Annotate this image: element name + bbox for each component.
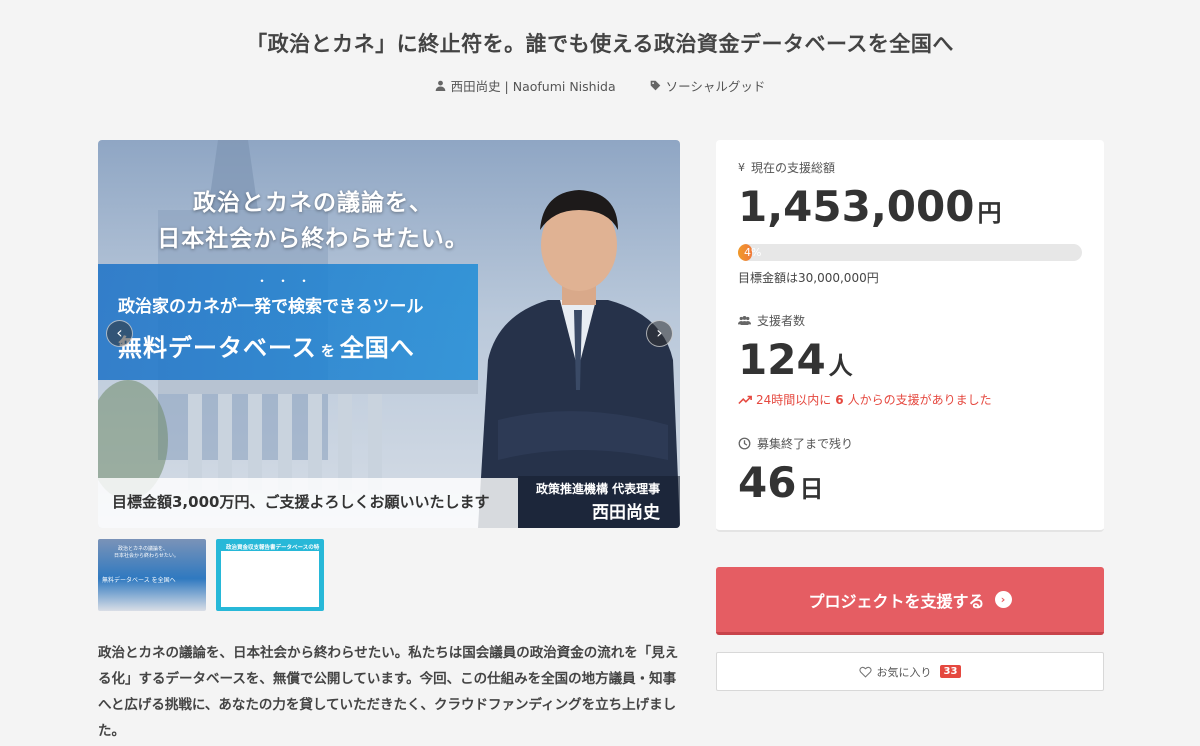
yen-icon: ¥ (738, 161, 745, 174)
carousel-prev-button[interactable]: ‹ (106, 320, 133, 347)
author-name: 西田尚史 | Naofumi Nishida (450, 79, 616, 94)
users-icon (738, 315, 751, 326)
remaining-days: 46 日 (738, 458, 823, 507)
trend-suffix: 人からの支援がありました (847, 393, 992, 407)
hero-band-line-1: 政治家のカネが一発で検索できるツール (118, 297, 424, 317)
thumb2-table (221, 551, 319, 607)
category-name: ソーシャルグッド (665, 79, 766, 94)
hero-band-line-2: 無料データベースを全国へ (118, 328, 415, 363)
total-amount-unit: 円 (977, 199, 1002, 227)
thumb1-text-3: 無料データベース を全国へ (102, 577, 176, 584)
project-meta: 西田尚史 | Naofumi Nishida ソーシャルグッド (0, 76, 1200, 95)
project-description: 政治とカネの議論を、日本社会から終わらせたい。私たちは国会議員の政治資金の流れを… (98, 645, 679, 739)
supporters-value: 124 (738, 335, 826, 384)
arrow-right-circle-icon: › (994, 591, 1012, 608)
support-project-button[interactable]: プロジェクトを支援する › (716, 567, 1104, 635)
hero-goal-text: 目標金額3,000万円、ご支援よろしくお願いいたします (112, 493, 490, 511)
page-title: 「政治とカネ」に終止符を。誰でも使える政治資金データベースを全国へ (246, 32, 954, 56)
total-amount-value: 1,453,000 (738, 182, 975, 231)
hero-dots: ・・・ (256, 274, 320, 288)
progress-percent: 4% (744, 246, 762, 259)
remaining-unit: 日 (799, 475, 824, 503)
total-label: ¥ 現在の支援総額 (738, 159, 835, 176)
trend-prefix: 24時間以内に (756, 393, 832, 407)
goal-amount: 目標金額は30,000,000円 (738, 271, 879, 285)
favorite-button[interactable]: お気に入り 33 (716, 652, 1104, 691)
hero-image[interactable]: 政治とカネの議論を、 日本社会から終わらせたい。 ・・・ 政治家のカネが一発で検… (98, 140, 680, 528)
thumb1-text-2: 日本社会から終わらせたい。 (114, 553, 179, 559)
recent-support-note: 24時間以内に 6 人からの支援がありました (738, 391, 992, 408)
hero-headline-2: 日本社会から終わらせたい。 (157, 226, 469, 252)
category-link[interactable]: ソーシャルグッド (650, 76, 766, 95)
thumbnail-2[interactable]: 政治資金収支報告書データベースの特徴 (216, 539, 324, 611)
remaining-value: 46 (738, 458, 797, 507)
carousel-next-button[interactable]: › (646, 320, 673, 347)
supporters-count: 124 人 (738, 335, 853, 384)
band-text-c: 全国へ (339, 334, 415, 362)
thumb1-text-1: 政治とカネの議論を、 (118, 546, 169, 552)
tag-icon (650, 80, 660, 91)
hero-goal-strip: 目標金額3,000万円、ご支援よろしくお願いいたします (98, 478, 518, 528)
band-text-b: を (320, 344, 336, 360)
funding-panel: ¥ 現在の支援総額 1,453,000 円 4% 目標金額は30,000,000円… (716, 140, 1104, 532)
caption-role: 政策推進機構 代表理事 (536, 482, 661, 496)
supporters-label-text: 支援者数 (757, 314, 806, 328)
user-icon (435, 80, 445, 91)
band-text-a: 無料データベース (118, 334, 317, 362)
favorite-label: お気に入り (876, 665, 932, 679)
total-label-text: 現在の支援総額 (751, 161, 836, 175)
favorite-count-badge: 33 (939, 665, 962, 678)
progress-bar (738, 244, 1082, 261)
remaining-label: 募集終了まで残り (738, 435, 853, 452)
caption-name: 西田尚史 (592, 503, 660, 523)
supporters-label: 支援者数 (738, 312, 805, 329)
thumbnail-1[interactable]: 政治とカネの議論を、 日本社会から終わらせたい。 無料データベース を全国へ (98, 539, 206, 611)
trend-up-icon (738, 395, 752, 404)
total-amount: 1,453,000 円 (738, 182, 1001, 231)
person-photo (478, 190, 680, 528)
trend-count: 6 (835, 392, 844, 407)
supporters-unit: 人 (828, 352, 853, 380)
author-link[interactable]: 西田尚史 | Naofumi Nishida (435, 76, 616, 95)
clock-icon (738, 437, 751, 450)
heart-icon (858, 666, 872, 678)
remaining-label-text: 募集終了まで残り (757, 437, 854, 451)
hero-headline-1: 政治とカネの議論を、 (193, 190, 433, 216)
support-button-label: プロジェクトを支援する (808, 591, 985, 611)
